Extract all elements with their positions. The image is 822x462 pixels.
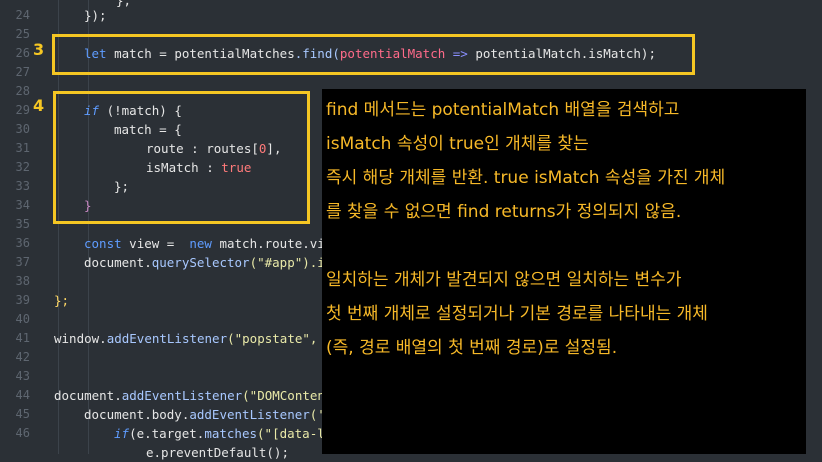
line-number: 36 bbox=[15, 236, 30, 250]
find-statement-highlight bbox=[52, 34, 695, 75]
fallback-block-highlight bbox=[53, 91, 310, 224]
line-number: 32 bbox=[15, 160, 30, 174]
line-number: 29 bbox=[15, 103, 30, 117]
line-number: 43 bbox=[15, 369, 30, 383]
annotation-line: isMatch 속성이 true인 개체를 찾는 bbox=[326, 134, 589, 154]
step-4-marker: 4 bbox=[33, 96, 45, 115]
line-number: 26 bbox=[15, 46, 30, 60]
annotation-line: 첫 번째 개체로 설정되거나 기본 경로를 나타내는 개체 bbox=[326, 304, 708, 324]
line-number: 39 bbox=[15, 293, 30, 307]
line-number: 25 bbox=[15, 27, 30, 41]
line-number: 35 bbox=[15, 217, 30, 231]
line-number: 28 bbox=[15, 84, 30, 98]
annotation-panel: find 메서드는 potentialMatch 배열을 검색하고 isMatc… bbox=[322, 89, 806, 454]
annotation-line: 일치하는 개체가 발견되지 않으면 일치하는 변수가 bbox=[326, 270, 682, 290]
line-number: 24 bbox=[15, 8, 30, 22]
line-number: 44 bbox=[15, 388, 30, 402]
line-number: 41 bbox=[15, 331, 30, 345]
code-line: 24 }); bbox=[0, 6, 822, 25]
line-number: 46 bbox=[15, 426, 30, 440]
line-number: 31 bbox=[15, 141, 30, 155]
line-number: 45 bbox=[15, 407, 30, 421]
line-number: 38 bbox=[15, 274, 30, 288]
line-number: 33 bbox=[15, 179, 30, 193]
annotation-line: 즉시 해당 개체를 반환. true isMatch 속성을 가진 개체 bbox=[326, 168, 726, 188]
line-number: 40 bbox=[15, 312, 30, 326]
annotation-line: (즉, 경로 배열의 첫 번째 경로)로 설정됨. bbox=[326, 338, 618, 358]
annotation-line: find 메서드는 potentialMatch 배열을 검색하고 bbox=[326, 100, 680, 120]
line-number: 42 bbox=[15, 350, 30, 364]
annotation-gap bbox=[326, 229, 800, 263]
annotation-line: 를 찾을 수 없으면 find returns가 정의되지 않음. bbox=[326, 202, 682, 222]
line-number: 27 bbox=[15, 65, 30, 79]
line-number: 34 bbox=[15, 198, 30, 212]
step-3-marker: 3 bbox=[33, 40, 45, 59]
line-number: 30 bbox=[15, 122, 30, 136]
line-number: 37 bbox=[15, 255, 30, 269]
